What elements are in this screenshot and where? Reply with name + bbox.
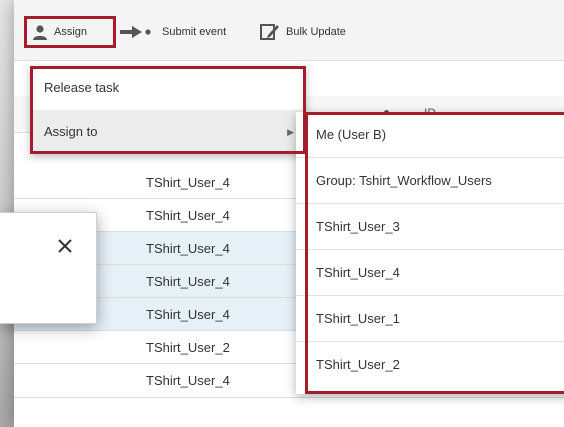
toolbar: Assign Submit event Bulk Update: [14, 0, 564, 61]
submenu-item-group[interactable]: Group: Tshirt_Workflow_Users: [296, 158, 564, 204]
assignee-cell: TShirt_User_4: [146, 373, 230, 388]
submit-event-label: Submit event: [162, 26, 227, 38]
submenu-item-label: Group: Tshirt_Workflow_Users: [316, 173, 492, 188]
person-icon: [33, 25, 47, 40]
assignee-cell: TShirt_User_4: [146, 241, 230, 256]
submenu-item-label: Me (User B): [316, 127, 387, 142]
submenu-item-user-2[interactable]: TShirt_User_2: [296, 342, 564, 388]
menu-item-assign-to[interactable]: Assign to ▶: [30, 110, 306, 154]
bulk-update-button[interactable]: Bulk Update: [260, 18, 346, 46]
assign-to-submenu: Me (User B) Group: Tshirt_Workflow_Users…: [296, 112, 564, 394]
assignee-cell: TShirt_User_4: [146, 307, 230, 322]
bulk-update-label: Bulk Update: [286, 26, 346, 38]
submenu-item-label: TShirt_User_3: [316, 219, 400, 234]
menu-item-label: Assign to: [44, 124, 98, 139]
edit-icon: [260, 24, 279, 40]
assignee-cell: TShirt_User_4: [146, 208, 230, 223]
submenu-item-label: TShirt_User_4: [316, 265, 400, 280]
context-menu: Release task Assign to ▶: [30, 66, 306, 154]
assignee-cell: TShirt_User_4: [146, 274, 230, 289]
assign-button[interactable]: Assign: [24, 16, 116, 48]
assign-label: Assign: [54, 26, 88, 38]
submenu-item-label: TShirt_User_1: [316, 311, 400, 326]
close-icon[interactable]: [54, 235, 76, 257]
submenu-item-user-3[interactable]: TShirt_User_3: [296, 204, 564, 250]
assignee-cell: TShirt_User_2: [146, 340, 230, 355]
chevron-right-icon: ▶: [287, 127, 294, 137]
menu-item-label: Release task: [44, 80, 120, 95]
submenu-item-label: TShirt_User_2: [316, 357, 400, 372]
assignee-cell: TShirt_User_4: [146, 175, 230, 190]
submenu-item-user-4[interactable]: TShirt_User_4: [296, 250, 564, 296]
submenu-item-me[interactable]: Me (User B): [296, 112, 564, 158]
submit-event-button[interactable]: Submit event: [120, 18, 226, 46]
submenu-item-user-1[interactable]: TShirt_User_1: [296, 296, 564, 342]
menu-item-release-task[interactable]: Release task: [30, 66, 306, 110]
dialog-panel: [0, 212, 97, 324]
arrow-right-icon: [120, 26, 151, 38]
